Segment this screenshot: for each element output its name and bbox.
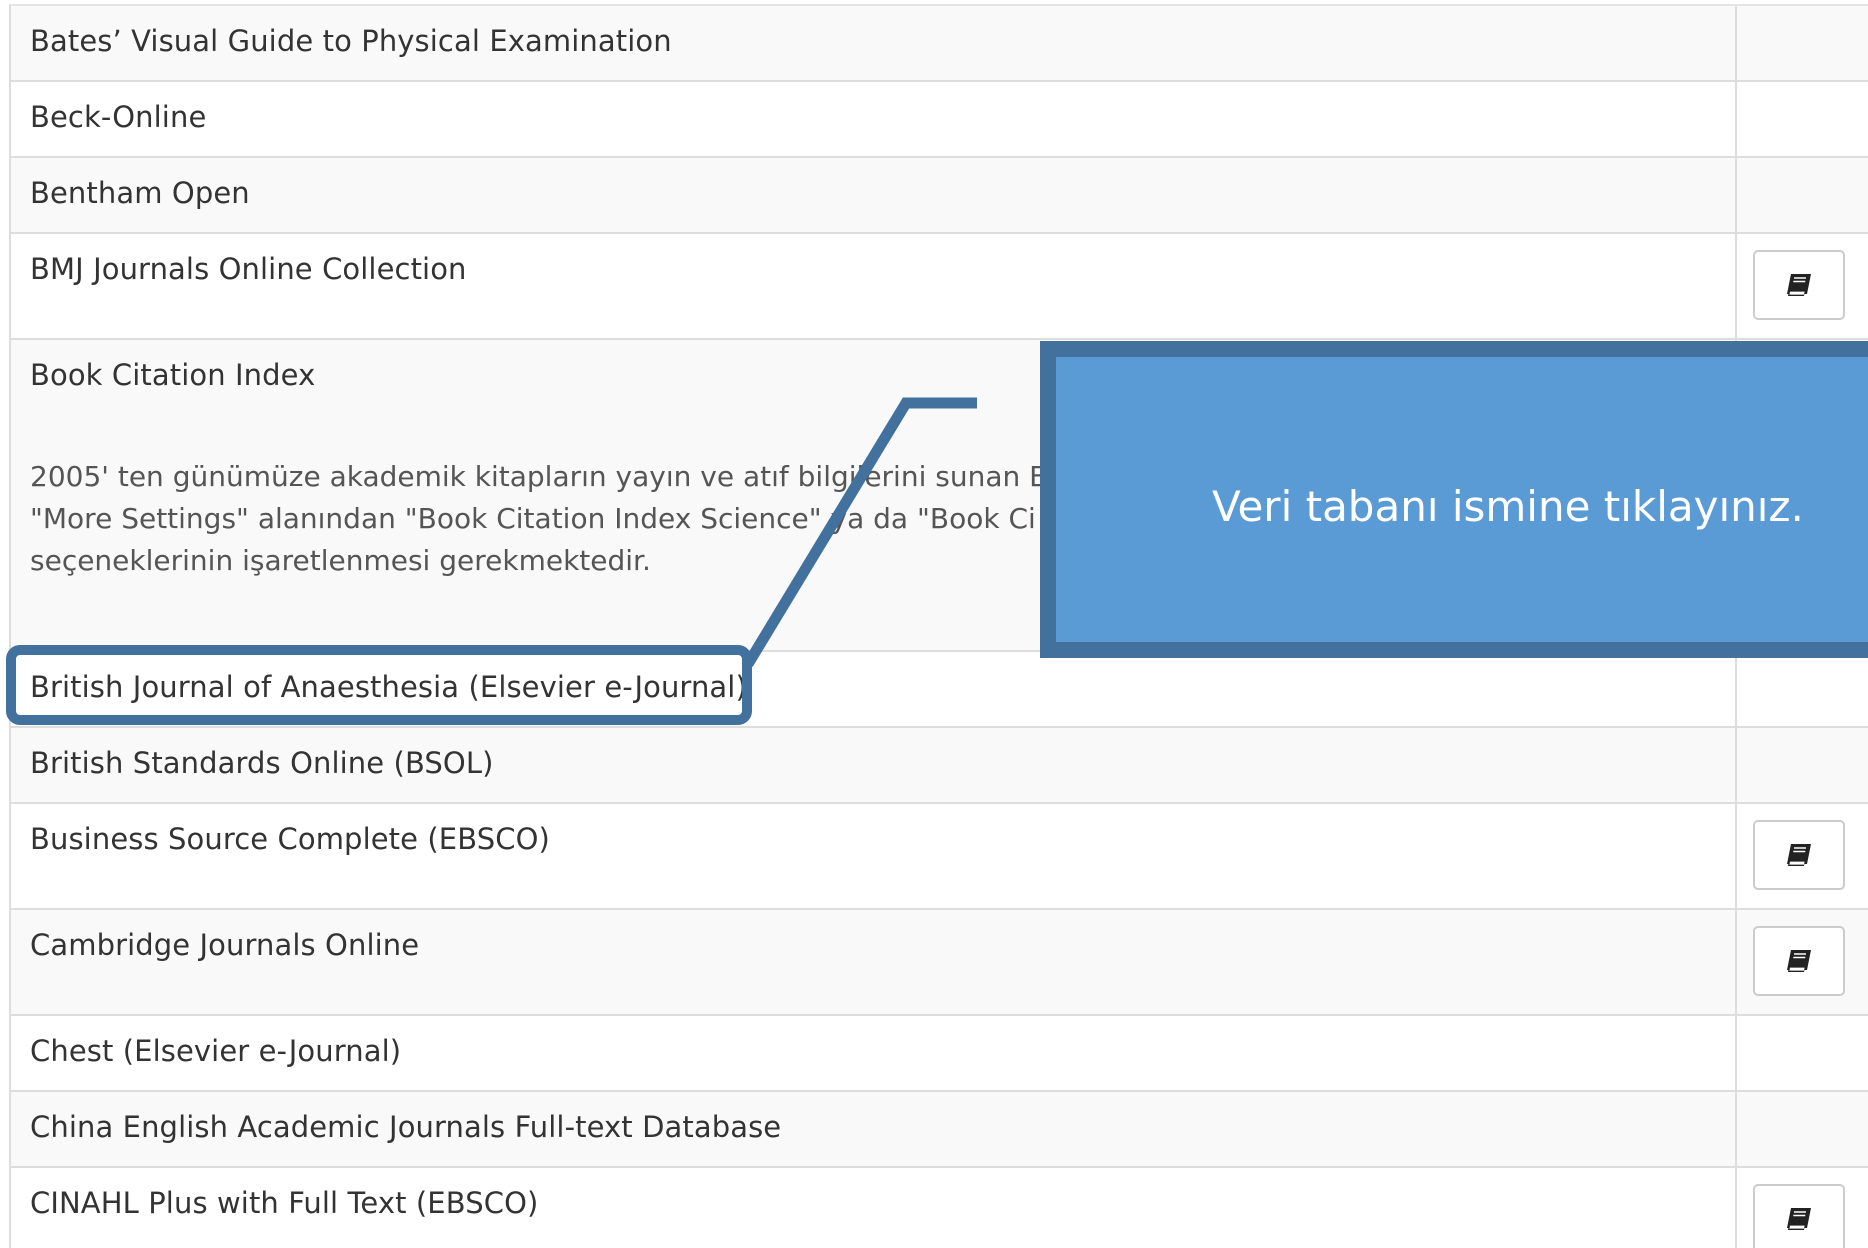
database-link[interactable]: Cambridge Journals Online [30, 926, 1716, 964]
database-name-cell: Bentham Open [11, 158, 1737, 232]
database-name-cell: BMJ Journals Online Collection [11, 234, 1737, 338]
book-icon [1787, 844, 1811, 866]
database-link[interactable]: BMJ Journals Online Collection [30, 250, 1716, 288]
user-guide-button[interactable] [1753, 926, 1845, 996]
table-row: Chest (Elsevier e-Journal) [11, 1016, 1868, 1092]
user-guide-button[interactable] [1753, 250, 1845, 320]
book-icon [1787, 1208, 1811, 1230]
guide-cell [1737, 1168, 1868, 1248]
guide-cell [1737, 910, 1868, 1014]
database-name-cell: Cambridge Journals Online [11, 910, 1737, 1014]
database-link[interactable]: British Journal of Anaesthesia (Elsevier… [30, 668, 1716, 706]
guide-cell [1737, 728, 1868, 802]
database-link[interactable]: British Standards Online (BSOL) [30, 744, 1716, 782]
table-row: BMJ Journals Online Collection [11, 234, 1868, 340]
table-row: Bentham Open [11, 158, 1868, 234]
callout-box: Veri tabanı ismine tıklayınız. [1040, 341, 1868, 658]
callout-text: Veri tabanı ismine tıklayınız. [1212, 482, 1804, 531]
user-guide-button[interactable] [1753, 1184, 1845, 1248]
table-row: Beck-Online [11, 82, 1868, 158]
guide-cell [1737, 82, 1868, 156]
database-link[interactable]: CINAHL Plus with Full Text (EBSCO) [30, 1184, 1716, 1222]
guide-cell [1737, 1016, 1868, 1090]
table-row: China English Academic Journals Full-tex… [11, 1092, 1868, 1168]
user-guide-button[interactable] [1753, 820, 1845, 890]
database-name-cell: Chest (Elsevier e-Journal) [11, 1016, 1737, 1090]
database-name-cell: Bates’ Visual Guide to Physical Examinat… [11, 6, 1737, 80]
table-row: Business Source Complete (EBSCO) [11, 804, 1868, 910]
database-link[interactable]: China English Academic Journals Full-tex… [30, 1108, 1716, 1146]
database-link[interactable]: Bentham Open [30, 174, 1716, 212]
table-row: British Journal of Anaesthesia (Elsevier… [11, 652, 1868, 728]
guide-cell [1737, 804, 1868, 908]
database-name-cell: China English Academic Journals Full-tex… [11, 1092, 1737, 1166]
book-icon [1787, 274, 1811, 296]
guide-cell [1737, 652, 1868, 726]
guide-cell [1737, 234, 1868, 338]
database-link[interactable]: Beck-Online [30, 98, 1716, 136]
table-row: Cambridge Journals Online [11, 910, 1868, 1016]
table-row: British Standards Online (BSOL) [11, 728, 1868, 804]
database-name-cell: British Standards Online (BSOL) [11, 728, 1737, 802]
table-row: Bates’ Visual Guide to Physical Examinat… [11, 6, 1868, 82]
screen: Bates’ Visual Guide to Physical Examinat… [0, 0, 1868, 1248]
database-name-cell: Business Source Complete (EBSCO) [11, 804, 1737, 908]
guide-cell [1737, 1092, 1868, 1166]
database-link[interactable]: Business Source Complete (EBSCO) [30, 820, 1716, 858]
guide-cell [1737, 158, 1868, 232]
database-name-cell: British Journal of Anaesthesia (Elsevier… [11, 652, 1737, 726]
database-link[interactable]: Bates’ Visual Guide to Physical Examinat… [30, 22, 1716, 60]
guide-cell [1737, 6, 1868, 80]
book-icon [1787, 950, 1811, 972]
table-row: CINAHL Plus with Full Text (EBSCO) [11, 1168, 1868, 1248]
database-name-cell: Beck-Online [11, 82, 1737, 156]
database-name-cell: CINAHL Plus with Full Text (EBSCO) [11, 1168, 1737, 1248]
database-link[interactable]: Chest (Elsevier e-Journal) [30, 1032, 1716, 1070]
